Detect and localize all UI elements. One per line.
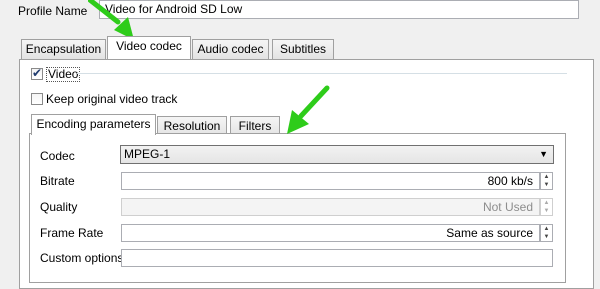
quality-label: Quality bbox=[40, 200, 78, 214]
custom-options-label: Custom options bbox=[40, 251, 124, 265]
custom-options-input[interactable] bbox=[121, 249, 553, 267]
quality-input: Not Used bbox=[121, 198, 540, 216]
codec-select[interactable]: MPEG-1 ▼ bbox=[120, 145, 554, 164]
keep-original-checkbox[interactable] bbox=[31, 93, 43, 105]
codec-label: Codec bbox=[40, 149, 75, 163]
annotation-arrow-icon bbox=[287, 85, 330, 134]
tab-audio-codec[interactable]: Audio codec bbox=[192, 39, 269, 59]
spin-up-icon[interactable]: ▲ bbox=[541, 173, 552, 181]
bitrate-label: Bitrate bbox=[40, 174, 75, 188]
spin-down-icon[interactable]: ▼ bbox=[541, 181, 552, 189]
profile-name-input[interactable]: Video for Android SD Low bbox=[99, 0, 579, 19]
tab-video-codec[interactable]: Video codec bbox=[107, 36, 191, 59]
quality-spinner: ▲ ▼ bbox=[540, 198, 553, 216]
video-checkbox-label: Video bbox=[46, 67, 81, 82]
codec-value: MPEG-1 bbox=[124, 147, 171, 161]
spin-up-icon: ▲ bbox=[543, 200, 550, 206]
bitrate-input[interactable]: 800 kb/s bbox=[121, 172, 540, 190]
profile-name-label: Profile Name bbox=[18, 4, 88, 18]
spin-up-icon[interactable]: ▲ bbox=[541, 225, 552, 233]
group-divider bbox=[77, 73, 567, 74]
tab-subtitles[interactable]: Subtitles bbox=[272, 39, 334, 59]
bitrate-spinner[interactable]: ▲ ▼ bbox=[540, 172, 553, 190]
frame-rate-input[interactable]: Same as source bbox=[121, 224, 540, 242]
tab-encoding-parameters[interactable]: Encoding parameters bbox=[31, 114, 156, 135]
keep-original-label: Keep original video track bbox=[46, 92, 178, 106]
video-checkbox[interactable]: ✔ bbox=[31, 66, 43, 80]
frame-rate-label: Frame Rate bbox=[40, 226, 104, 240]
checkmark-icon: ✔ bbox=[32, 66, 43, 80]
dropdown-arrow-icon: ▼ bbox=[539, 149, 548, 159]
frame-rate-spinner[interactable]: ▲ ▼ bbox=[540, 224, 553, 242]
spin-down-icon[interactable]: ▼ bbox=[541, 233, 552, 241]
spin-down-icon: ▼ bbox=[543, 208, 550, 214]
